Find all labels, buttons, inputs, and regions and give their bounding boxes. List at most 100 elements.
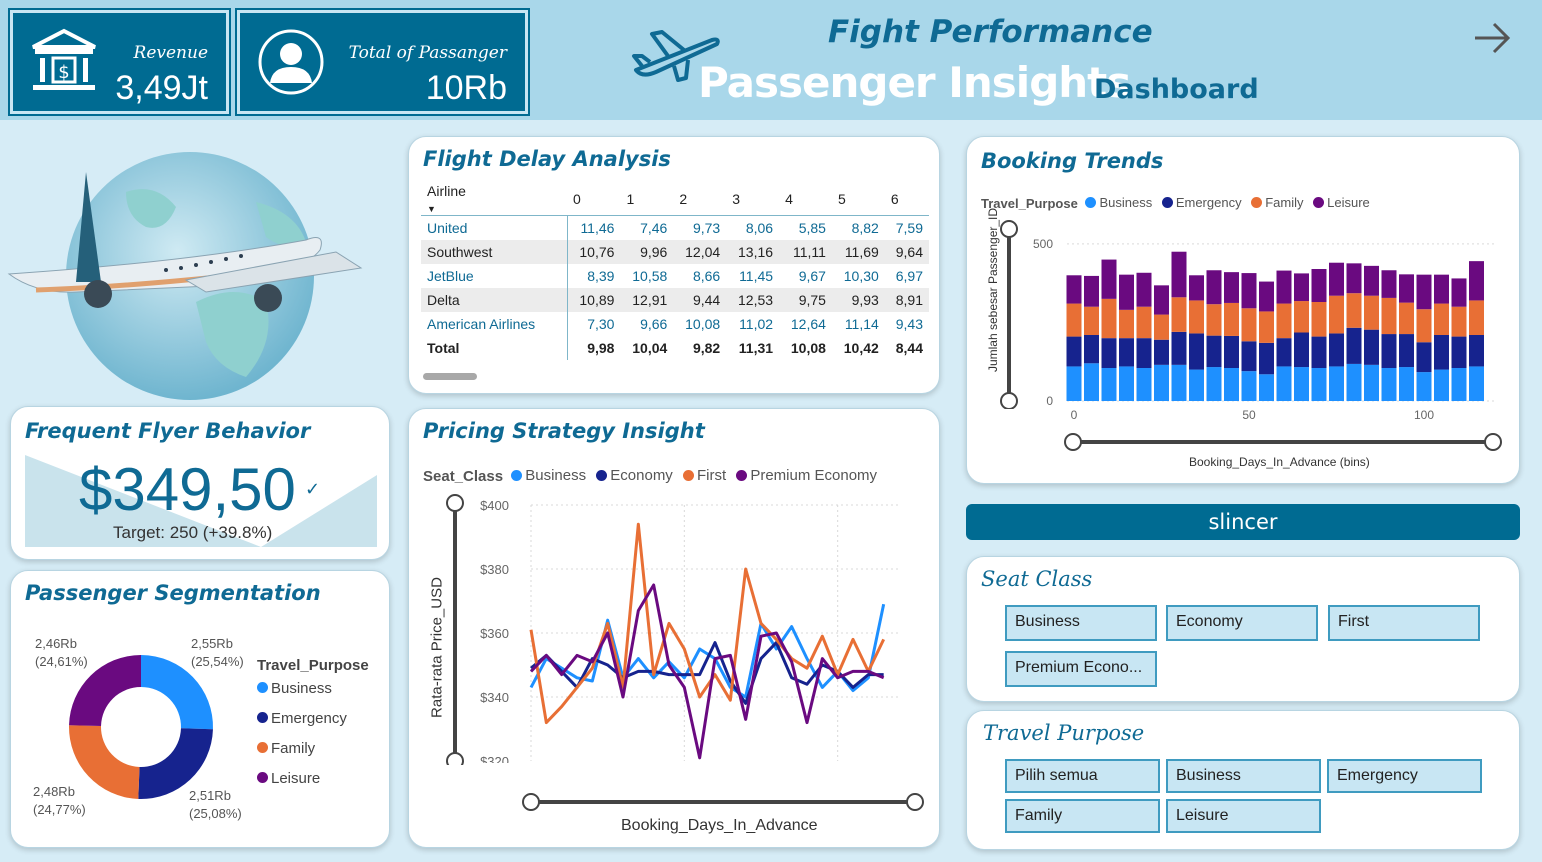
table-row[interactable]: JetBlue 8,39 10,58 8,66 11,45 9,67 10,30…: [421, 263, 929, 288]
bar-segment-family[interactable]: [1311, 302, 1327, 337]
bar-segment-family[interactable]: [1416, 309, 1432, 343]
bar-segment-business[interactable]: [1189, 369, 1204, 401]
bar-segment-leisure[interactable]: [1434, 274, 1449, 304]
pricing-x-range-slider[interactable]: [521, 791, 927, 813]
bar-segment-business[interactable]: [1399, 367, 1414, 401]
slider-handle-bottom[interactable]: [446, 752, 464, 765]
slider-handle-right[interactable]: [1484, 433, 1502, 451]
bar-segment-business[interactable]: [1084, 363, 1099, 401]
bar-segment-family[interactable]: [1381, 297, 1397, 335]
bar-segment-family[interactable]: [1189, 300, 1204, 334]
column-header[interactable]: 2: [673, 183, 726, 216]
bar-segment-emergency[interactable]: [1346, 327, 1362, 364]
bar-segment-emergency[interactable]: [1416, 342, 1432, 373]
bar-segment-business[interactable]: [1416, 372, 1432, 401]
travel-purpose-option-emergency[interactable]: Emergency: [1327, 759, 1482, 793]
bar-segment-business[interactable]: [1434, 369, 1449, 401]
bar-segment-family[interactable]: [1329, 295, 1344, 334]
bar-segment-business[interactable]: [1136, 368, 1152, 401]
bar-segment-leisure[interactable]: [1259, 281, 1274, 312]
bar-segment-emergency[interactable]: [1434, 335, 1449, 370]
seat-class-option-first[interactable]: First: [1328, 605, 1480, 641]
bar-segment-emergency[interactable]: [1294, 332, 1309, 368]
travel-purpose-option-business[interactable]: Business: [1166, 759, 1321, 793]
bar-segment-family[interactable]: [1224, 302, 1239, 336]
slider-handle-top[interactable]: [446, 494, 464, 512]
bar-segment-leisure[interactable]: [1381, 270, 1397, 298]
bar-segment-leisure[interactable]: [1101, 259, 1117, 299]
bar-segment-emergency[interactable]: [1399, 334, 1414, 368]
bar-segment-business[interactable]: [1346, 363, 1362, 401]
bar-segment-emergency[interactable]: [1469, 335, 1484, 367]
legend-item-leisure[interactable]: Leisure: [1313, 195, 1370, 210]
legend-item-emergency[interactable]: Emergency: [1161, 195, 1242, 210]
bar-segment-emergency[interactable]: [1241, 341, 1257, 372]
bar-segment-business[interactable]: [1294, 367, 1309, 401]
legend-item-business[interactable]: Business: [1085, 195, 1152, 210]
arrow-right-icon[interactable]: [1472, 20, 1512, 56]
bar-segment-leisure[interactable]: [1311, 269, 1327, 302]
bar-segment-family[interactable]: [1276, 303, 1292, 339]
bar-segment-family[interactable]: [1119, 309, 1134, 339]
column-header[interactable]: 6: [885, 183, 929, 216]
bar-segment-family[interactable]: [1364, 295, 1379, 330]
bar-segment-emergency[interactable]: [1206, 335, 1222, 368]
bar-segment-business[interactable]: [1119, 366, 1134, 401]
travel-purpose-option-leisure[interactable]: Leisure: [1166, 799, 1321, 833]
bar-segment-family[interactable]: [1066, 303, 1082, 337]
bar-segment-leisure[interactable]: [1066, 275, 1082, 304]
table-row[interactable]: American Airlines 7,30 9,66 10,08 11,02 …: [421, 311, 929, 336]
bar-segment-leisure[interactable]: [1416, 274, 1432, 310]
bar-segment-business[interactable]: [1259, 374, 1274, 401]
bar-segment-business[interactable]: [1469, 366, 1484, 401]
bar-segment-business[interactable]: [1329, 366, 1344, 401]
bar-segment-emergency[interactable]: [1259, 342, 1274, 375]
horizontal-scrollbar[interactable]: [423, 373, 477, 380]
bar-segment-business[interactable]: [1364, 364, 1379, 401]
bar-segment-family[interactable]: [1136, 306, 1152, 339]
bar-segment-leisure[interactable]: [1119, 274, 1134, 310]
legend-item-premium-economy[interactable]: Premium Economy: [736, 467, 877, 484]
series-line-business[interactable]: [529, 603, 886, 699]
bar-segment-emergency[interactable]: [1451, 336, 1467, 368]
bar-segment-leisure[interactable]: [1329, 262, 1344, 296]
bar-segment-business[interactable]: [1381, 368, 1397, 401]
bar-segment-emergency[interactable]: [1084, 335, 1099, 364]
pricing-y-range-slider[interactable]: [445, 493, 465, 765]
bar-segment-family[interactable]: [1084, 306, 1099, 335]
bar-segment-family[interactable]: [1171, 297, 1187, 332]
bar-segment-business[interactable]: [1311, 368, 1327, 401]
bar-segment-leisure[interactable]: [1469, 261, 1484, 301]
series-line-first[interactable]: [529, 522, 886, 725]
slider-handle-top[interactable]: [1000, 220, 1018, 238]
bar-segment-family[interactable]: [1154, 314, 1169, 340]
legend-item-business[interactable]: Business: [511, 467, 586, 484]
seat-class-option-premium-economy[interactable]: Premium Econo...: [1005, 651, 1157, 687]
bar-segment-leisure[interactable]: [1084, 275, 1099, 307]
legend-item-economy[interactable]: Economy: [596, 467, 673, 484]
bar-segment-leisure[interactable]: [1224, 272, 1239, 303]
legend-item-business[interactable]: Business: [257, 680, 369, 710]
booking-y-range-slider[interactable]: [999, 219, 1019, 409]
bar-segment-emergency[interactable]: [1381, 334, 1397, 368]
bar-segment-emergency[interactable]: [1154, 339, 1169, 365]
table-row[interactable]: Southwest 10,76 9,96 12,04 13,16 11,11 1…: [421, 239, 929, 264]
bar-segment-leisure[interactable]: [1346, 263, 1362, 294]
flight-delay-table[interactable]: Airline ▼ 0 1 2 3 4 5 6 United 11,46 7,46…: [421, 183, 929, 360]
bar-segment-family[interactable]: [1206, 304, 1222, 336]
bar-segment-emergency[interactable]: [1224, 335, 1239, 368]
bar-segment-leisure[interactable]: [1276, 270, 1292, 304]
bar-segment-leisure[interactable]: [1171, 251, 1187, 298]
seat-class-option-economy[interactable]: Economy: [1166, 605, 1318, 641]
legend-item-family[interactable]: Family: [257, 740, 369, 770]
bar-segment-family[interactable]: [1259, 311, 1274, 343]
legend-item-first[interactable]: First: [682, 467, 726, 484]
legend-item-leisure[interactable]: Leisure: [257, 770, 369, 800]
travel-purpose-option-select-all[interactable]: Pilih semua: [1005, 759, 1160, 793]
bar-segment-business[interactable]: [1206, 367, 1222, 401]
bar-segment-leisure[interactable]: [1136, 272, 1152, 307]
slider-handle-left[interactable]: [1064, 433, 1082, 451]
bar-segment-leisure[interactable]: [1294, 273, 1309, 302]
slider-handle-left[interactable]: [522, 793, 540, 811]
series-line-economy[interactable]: [530, 641, 884, 705]
